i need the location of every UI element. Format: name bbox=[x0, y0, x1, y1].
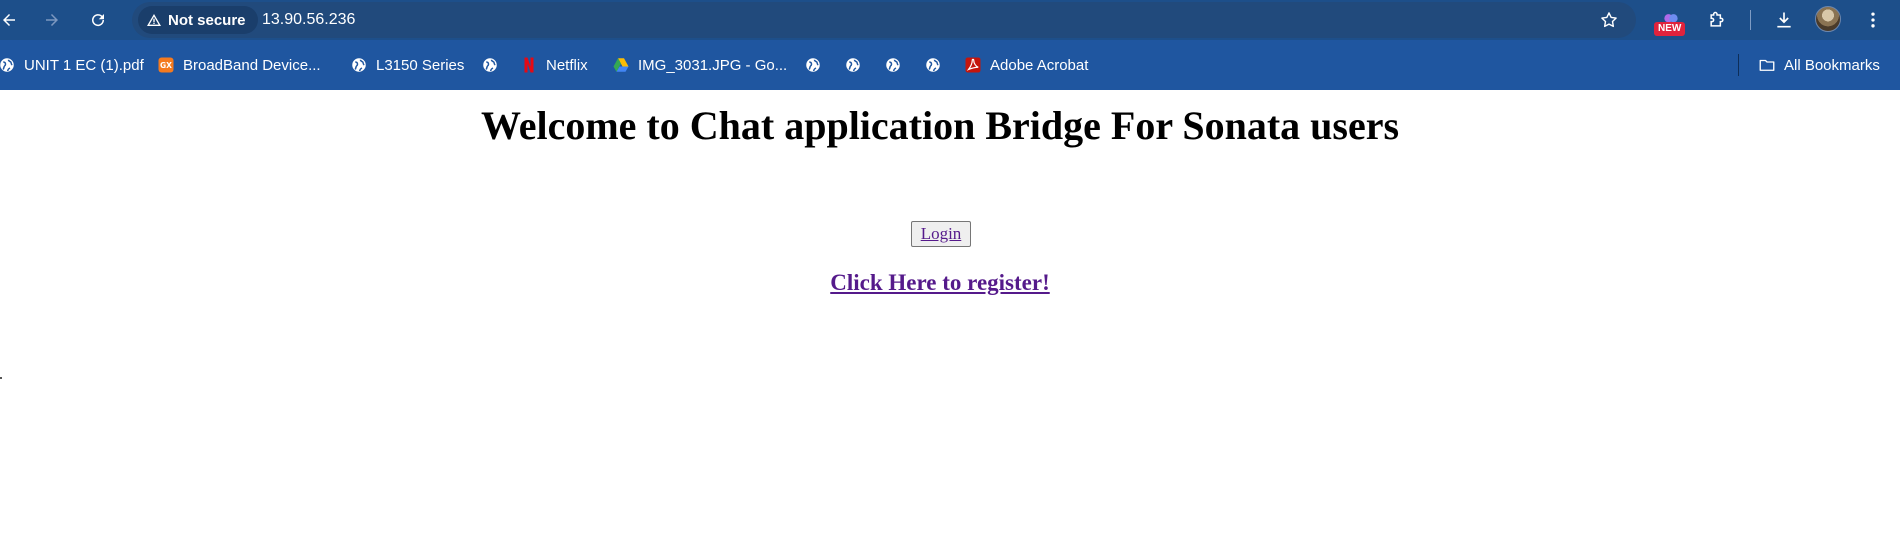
browser-toolbar: Not secure 13.90.56.236 NEW bbox=[0, 0, 1900, 40]
page-title: Welcome to Chat application Bridge For S… bbox=[480, 103, 1400, 148]
bookmark-item[interactable] bbox=[804, 55, 822, 75]
all-bookmarks-label: All Bookmarks bbox=[1784, 56, 1880, 74]
warning-triangle-icon bbox=[147, 14, 161, 26]
bookmark-item[interactable]: UNIT 1 EC (1).pdf bbox=[0, 55, 144, 75]
security-label: Not secure bbox=[168, 11, 246, 29]
bookmark-item[interactable]: IMG_3031.JPG - Go... bbox=[612, 55, 787, 75]
arrow-right-icon bbox=[46, 14, 58, 26]
globe-icon bbox=[481, 56, 499, 74]
download-icon bbox=[1777, 12, 1791, 28]
kebab-menu-icon bbox=[1871, 12, 1875, 28]
bookmark-label: BroadBand Device... bbox=[183, 56, 321, 74]
toolbar-divider bbox=[1750, 10, 1751, 30]
page-content: Welcome to Chat application Bridge For S… bbox=[0, 90, 1900, 535]
folder-icon bbox=[1758, 56, 1776, 74]
globe-icon bbox=[804, 56, 822, 74]
security-indicator[interactable]: Not secure bbox=[138, 6, 258, 34]
globe-icon bbox=[884, 56, 902, 74]
downloads-button[interactable] bbox=[1769, 5, 1799, 35]
google-drive-icon bbox=[612, 56, 630, 74]
new-badge: NEW bbox=[1654, 22, 1686, 36]
star-icon bbox=[1601, 12, 1617, 28]
bookmarks-bar: UNIT 1 EC (1).pdf GX BroadBand Device...… bbox=[0, 40, 1900, 90]
address-bar[interactable]: Not secure 13.90.56.236 bbox=[132, 2, 1636, 38]
puzzle-icon bbox=[1710, 11, 1724, 27]
bookmark-label: IMG_3031.JPG - Go... bbox=[638, 56, 788, 74]
page-artifact bbox=[0, 377, 2, 379]
bookmark-label: Adobe Acrobat bbox=[990, 56, 1089, 74]
bookmark-label: UNIT 1 EC (1).pdf bbox=[24, 56, 144, 74]
profile-avatar[interactable] bbox=[1815, 6, 1841, 32]
svg-text:GX: GX bbox=[160, 61, 172, 70]
gx-icon: GX bbox=[157, 56, 175, 74]
netflix-icon bbox=[520, 56, 538, 74]
login-button[interactable]: Login bbox=[911, 221, 971, 247]
bookmark-label: L3150 Series bbox=[376, 56, 465, 74]
globe-icon bbox=[350, 56, 368, 74]
bookmark-item[interactable]: Netflix bbox=[520, 55, 588, 75]
bookmark-item[interactable] bbox=[924, 55, 942, 75]
back-button[interactable] bbox=[0, 5, 24, 35]
globe-icon bbox=[924, 56, 942, 74]
bookmark-star-button[interactable] bbox=[1596, 7, 1622, 33]
url-text[interactable]: 13.90.56.236 bbox=[262, 11, 355, 29]
arrow-left-icon bbox=[3, 14, 15, 26]
bookmark-item[interactable]: L3150 Series bbox=[350, 55, 464, 75]
bookmarks-divider bbox=[1738, 54, 1739, 76]
bookmark-label: Netflix bbox=[546, 56, 588, 74]
bookmark-item[interactable] bbox=[481, 55, 499, 75]
bookmark-item[interactable] bbox=[884, 55, 902, 75]
forward-button[interactable] bbox=[37, 5, 67, 35]
reload-button[interactable] bbox=[83, 5, 113, 35]
bookmark-item[interactable]: GX BroadBand Device... bbox=[157, 55, 321, 75]
reload-icon bbox=[92, 14, 105, 27]
all-bookmarks-button[interactable]: All Bookmarks bbox=[1758, 55, 1880, 75]
globe-icon bbox=[0, 56, 16, 74]
register-link[interactable]: Click Here to register! bbox=[0, 270, 1880, 296]
globe-icon bbox=[844, 56, 862, 74]
browser-menu-button[interactable] bbox=[1858, 5, 1888, 35]
extensions-button[interactable] bbox=[1702, 5, 1732, 35]
bookmark-item[interactable]: Adobe Acrobat bbox=[964, 55, 1088, 75]
adobe-acrobat-icon bbox=[964, 56, 982, 74]
bookmark-item[interactable] bbox=[844, 55, 862, 75]
